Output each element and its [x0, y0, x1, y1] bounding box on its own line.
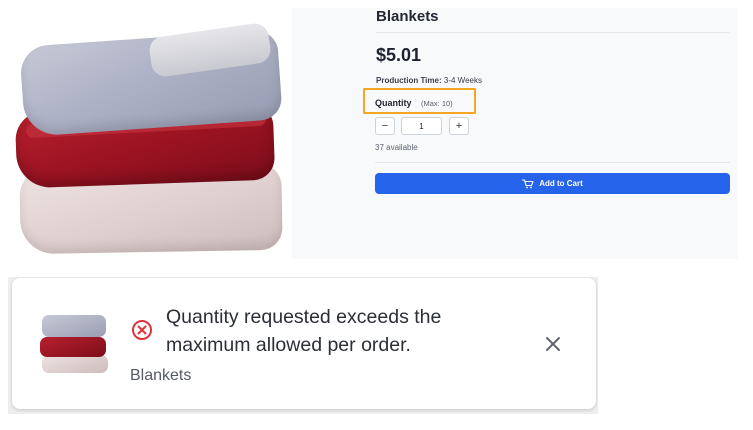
thumb-blanket-grey [42, 315, 106, 337]
quantity-label: Quantity [375, 98, 412, 108]
production-time-value: 3-4 Weeks [443, 76, 482, 85]
increment-button[interactable]: + [449, 117, 469, 135]
add-to-cart-label: Add to Cart [539, 179, 583, 188]
toast-product-name: Blankets [130, 367, 192, 384]
product-price: $5.01 [376, 45, 422, 65]
divider [375, 162, 730, 163]
thumb-blanket-beige [42, 355, 108, 373]
quantity-max-note: (Max: 10) [421, 99, 453, 108]
product-details-panel: Blankets $5.01 Production Time: 3-4 Week… [292, 8, 738, 259]
quantity-input[interactable] [401, 117, 442, 135]
divider [376, 32, 730, 33]
toast-product-thumbnail [40, 313, 110, 375]
cart-icon [522, 178, 534, 188]
stock-available: 37 available [375, 143, 418, 152]
close-icon[interactable] [543, 334, 563, 354]
add-to-cart-button[interactable]: Add to Cart [375, 173, 730, 194]
error-circle-x-icon [132, 320, 152, 340]
decrement-button[interactable]: − [375, 117, 395, 135]
production-time-label: Production Time: [376, 76, 442, 85]
product-image [0, 0, 292, 262]
toast-message: Quantity requested exceeds the maximum a… [166, 306, 442, 356]
production-time: Production Time: 3-4 Weeks [376, 76, 482, 85]
thumb-blanket-red [40, 337, 106, 357]
product-title: Blankets [376, 8, 439, 25]
